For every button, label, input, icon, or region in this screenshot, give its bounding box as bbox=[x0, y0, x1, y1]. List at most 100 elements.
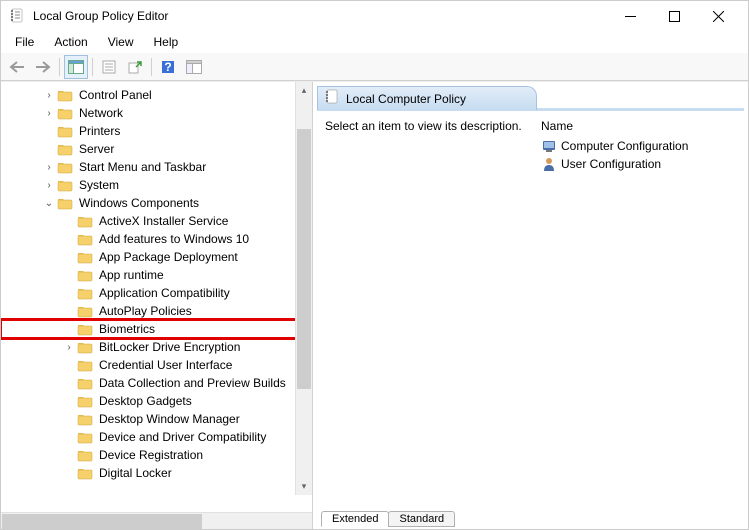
tree-item[interactable]: Application Compatibility bbox=[1, 284, 312, 302]
folder-icon bbox=[77, 376, 93, 390]
folder-icon bbox=[57, 142, 73, 156]
tree-item-label: Add features to Windows 10 bbox=[97, 232, 251, 246]
tree-item-label: Device Registration bbox=[97, 448, 205, 462]
scroll-track[interactable] bbox=[296, 99, 312, 478]
tree-item-label: Data Collection and Preview Builds bbox=[97, 376, 288, 390]
expand-icon[interactable]: › bbox=[61, 342, 77, 353]
detail-tabs: Extended Standard bbox=[317, 505, 744, 527]
export-button[interactable] bbox=[123, 55, 147, 79]
tree-item[interactable]: ⌄Windows Components bbox=[1, 194, 312, 212]
scroll-up-arrow[interactable]: ▴ bbox=[296, 82, 312, 99]
folder-icon bbox=[77, 250, 93, 264]
properties-button[interactable] bbox=[97, 55, 121, 79]
tree-item[interactable]: App Package Deployment bbox=[1, 248, 312, 266]
list-item-label: Computer Configuration bbox=[561, 139, 688, 153]
tree-item-label: App Package Deployment bbox=[97, 250, 240, 264]
tree-item-label: Device and Driver Compatibility bbox=[97, 430, 268, 444]
tree-horizontal-scrollbar[interactable] bbox=[1, 512, 312, 529]
tree-item[interactable]: Biometrics bbox=[1, 320, 312, 338]
folder-icon bbox=[57, 196, 73, 210]
show-hide-tree-button[interactable] bbox=[64, 55, 88, 79]
menu-help[interactable]: Help bbox=[144, 33, 189, 51]
tree-item-label: Network bbox=[77, 106, 125, 120]
tree-item[interactable]: ActiveX Installer Service bbox=[1, 212, 312, 230]
tree-item[interactable]: ›System bbox=[1, 176, 312, 194]
detail-description: Select an item to view its description. bbox=[325, 119, 525, 505]
help-button[interactable]: ? bbox=[156, 55, 180, 79]
detail-header-title: Local Computer Policy bbox=[346, 92, 466, 106]
maximize-button[interactable] bbox=[652, 1, 696, 31]
tree-item[interactable]: Desktop Window Manager bbox=[1, 410, 312, 428]
tree-item[interactable]: Device Registration bbox=[1, 446, 312, 464]
folder-icon bbox=[57, 88, 73, 102]
folder-icon bbox=[77, 412, 93, 426]
close-button[interactable] bbox=[696, 1, 740, 31]
detail-list: Name Computer Configuration User Configur… bbox=[541, 119, 736, 505]
tree-item-label: Application Compatibility bbox=[97, 286, 232, 300]
tree-item-label: Credential User Interface bbox=[97, 358, 234, 372]
tab-standard[interactable]: Standard bbox=[388, 511, 455, 527]
menu-bar: File Action View Help bbox=[1, 31, 748, 53]
tree-item-label: Biometrics bbox=[97, 322, 157, 336]
folder-icon bbox=[77, 322, 93, 336]
tree-item[interactable]: AutoPlay Policies bbox=[1, 302, 312, 320]
back-button[interactable] bbox=[5, 55, 29, 79]
tree-item[interactable]: Digital Locker bbox=[1, 464, 312, 482]
tree: ›Control Panel›NetworkPrintersServer›Sta… bbox=[1, 82, 312, 482]
menu-file[interactable]: File bbox=[5, 33, 44, 51]
tree-item[interactable]: Device and Driver Compatibility bbox=[1, 428, 312, 446]
folder-icon bbox=[77, 214, 93, 228]
name-column-header[interactable]: Name bbox=[541, 119, 736, 133]
tree-item[interactable]: Printers bbox=[1, 122, 312, 140]
toolbar-separator bbox=[59, 58, 60, 76]
tree-item[interactable]: › Network bbox=[1, 104, 312, 122]
forward-button[interactable] bbox=[31, 55, 55, 79]
tab-extended[interactable]: Extended bbox=[321, 511, 389, 527]
collapse-icon[interactable]: ⌄ bbox=[41, 198, 57, 209]
toolbar: ? bbox=[1, 53, 748, 81]
folder-icon bbox=[57, 178, 73, 192]
detail-body: Select an item to view its description. … bbox=[317, 110, 744, 505]
menu-action[interactable]: Action bbox=[44, 33, 97, 51]
tree-item-label: Printers bbox=[77, 124, 122, 138]
tree-item[interactable]: Add features to Windows 10 bbox=[1, 230, 312, 248]
scroll-down-arrow[interactable]: ▾ bbox=[296, 478, 312, 495]
scroll-thumb[interactable] bbox=[297, 129, 311, 389]
computer-config-icon bbox=[541, 138, 557, 154]
tree-item[interactable]: ›Start Menu and Taskbar bbox=[1, 158, 312, 176]
toolbar-separator bbox=[151, 58, 152, 76]
expand-icon[interactable]: › bbox=[41, 108, 57, 119]
tree-item[interactable]: Desktop Gadgets bbox=[1, 392, 312, 410]
title-bar: Local Group Policy Editor bbox=[1, 1, 748, 31]
folder-icon bbox=[77, 430, 93, 444]
tree-item[interactable]: Credential User Interface bbox=[1, 356, 312, 374]
tree-item[interactable]: ›Control Panel bbox=[1, 86, 312, 104]
svg-text:?: ? bbox=[164, 60, 171, 74]
folder-icon bbox=[77, 448, 93, 462]
tree-item-label: App runtime bbox=[97, 268, 166, 282]
tree-item[interactable]: ›BitLocker Drive Encryption bbox=[1, 338, 312, 356]
tree-item-label: Server bbox=[77, 142, 116, 156]
expand-icon[interactable]: › bbox=[41, 90, 57, 101]
list-item[interactable]: Computer Configuration bbox=[541, 137, 736, 155]
filter-button[interactable] bbox=[182, 55, 206, 79]
expand-icon[interactable]: › bbox=[41, 180, 57, 191]
tree-item[interactable]: App runtime bbox=[1, 266, 312, 284]
menu-view[interactable]: View bbox=[98, 33, 144, 51]
user-config-icon bbox=[541, 156, 557, 172]
list-item[interactable]: User Configuration bbox=[541, 155, 736, 173]
folder-icon bbox=[77, 232, 93, 246]
folder-icon bbox=[77, 358, 93, 372]
folder-icon bbox=[57, 160, 73, 174]
folder-icon bbox=[57, 106, 73, 120]
minimize-button[interactable] bbox=[608, 1, 652, 31]
folder-icon bbox=[77, 340, 93, 354]
expand-icon[interactable]: › bbox=[41, 162, 57, 173]
tree-item-label: ActiveX Installer Service bbox=[97, 214, 230, 228]
tree-vertical-scrollbar[interactable]: ▴ ▾ bbox=[295, 82, 312, 495]
tree-pane: ›Control Panel›NetworkPrintersServer›Sta… bbox=[1, 82, 313, 529]
tree-item[interactable]: Data Collection and Preview Builds bbox=[1, 374, 312, 392]
scroll-thumb[interactable] bbox=[2, 514, 202, 529]
tree-item[interactable]: Server bbox=[1, 140, 312, 158]
policy-icon bbox=[324, 89, 340, 108]
